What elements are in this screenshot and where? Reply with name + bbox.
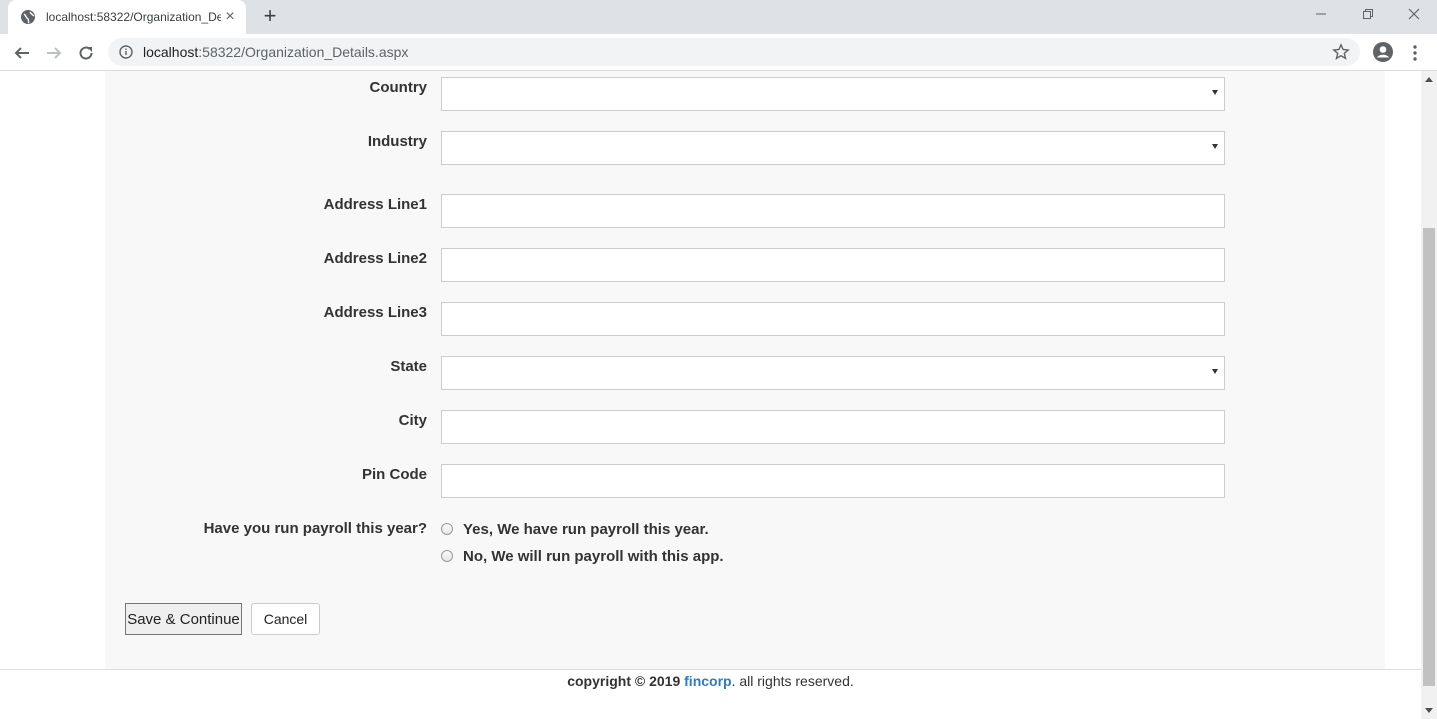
state-label: State [390, 358, 427, 375]
vertical-scrollbar[interactable] [1421, 71, 1437, 719]
url-text: localhost:58322/Organization_Details.asp… [143, 44, 408, 60]
scroll-thumb[interactable] [1423, 228, 1435, 686]
country-select[interactable] [441, 77, 1225, 111]
chevron-down-icon [1212, 90, 1218, 95]
brand-link[interactable]: fincorp [684, 673, 731, 689]
industry-label: Industry [367, 133, 427, 150]
state-select[interactable] [441, 356, 1225, 390]
cancel-button[interactable]: Cancel [251, 603, 320, 635]
scroll-up-arrow-icon[interactable] [1425, 77, 1433, 82]
pin-code-label: Pin Code [361, 466, 427, 483]
address-line3-input[interactable] [441, 302, 1225, 336]
browser-tab-strip: localhost:58322/Organization_De × + [0, 0, 1437, 34]
address-line1-label: Address Line1 [323, 196, 427, 213]
scroll-down-arrow-icon[interactable] [1425, 708, 1433, 713]
close-window-icon[interactable] [1402, 4, 1426, 26]
info-icon[interactable] [119, 45, 133, 59]
reload-icon[interactable] [73, 40, 99, 66]
form-panel: Country Industry Address Line1 Address L… [105, 71, 1385, 669]
country-label: Country [369, 79, 428, 96]
globe-icon [20, 9, 36, 25]
footer: copyright © 2019 fincorp. all rights res… [0, 673, 1421, 689]
address-line2-input[interactable] [441, 248, 1225, 282]
payroll-option-no[interactable]: No, We will run payroll with this app. [441, 546, 724, 566]
save-continue-button[interactable]: Save & Continue [125, 603, 242, 635]
account-icon[interactable] [1372, 41, 1394, 63]
close-tab-icon[interactable]: × [222, 9, 238, 25]
new-tab-icon[interactable]: + [258, 5, 282, 28]
payroll-option-yes-label[interactable]: Yes, We have run payroll this year. [463, 521, 709, 538]
more-menu-icon[interactable] [1405, 43, 1425, 63]
bookmark-star-icon[interactable] [1332, 43, 1350, 61]
footer-divider [0, 669, 1421, 670]
restore-icon[interactable] [1356, 4, 1380, 26]
pin-code-input[interactable] [441, 464, 1225, 498]
radio-no[interactable] [441, 550, 453, 562]
payroll-option-no-label[interactable]: No, We will run payroll with this app. [463, 548, 724, 565]
radio-yes[interactable] [441, 523, 453, 535]
copyright-text: copyright © 2019 [567, 673, 681, 689]
industry-select[interactable] [441, 131, 1225, 165]
payroll-question-label: Have you run payroll this year? [203, 520, 427, 537]
rights-text: . all rights reserved. [731, 673, 854, 689]
address-line1-input[interactable] [441, 194, 1225, 228]
address-line2-label: Address Line2 [323, 250, 427, 267]
chevron-down-icon [1212, 144, 1218, 149]
address-bar[interactable]: localhost:58322/Organization_Details.asp… [108, 38, 1360, 66]
address-line3-label: Address Line3 [323, 304, 427, 321]
url-host: localhost [143, 44, 199, 60]
city-input[interactable] [441, 410, 1225, 444]
forward-arrow-icon[interactable] [41, 40, 67, 66]
browser-toolbar: localhost:58322/Organization_Details.asp… [0, 34, 1437, 71]
page-viewport: Country Industry Address Line1 Address L… [0, 71, 1421, 719]
back-arrow-icon[interactable] [9, 40, 35, 66]
browser-tab[interactable]: localhost:58322/Organization_De × [8, 0, 246, 34]
url-path: :58322/Organization_Details.aspx [198, 44, 409, 60]
tab-title: localhost:58322/Organization_De [46, 10, 221, 24]
city-label: City [398, 412, 427, 429]
chevron-down-icon [1212, 369, 1218, 374]
payroll-option-yes[interactable]: Yes, We have run payroll this year. [441, 519, 709, 539]
minimize-icon[interactable] [1309, 4, 1333, 26]
